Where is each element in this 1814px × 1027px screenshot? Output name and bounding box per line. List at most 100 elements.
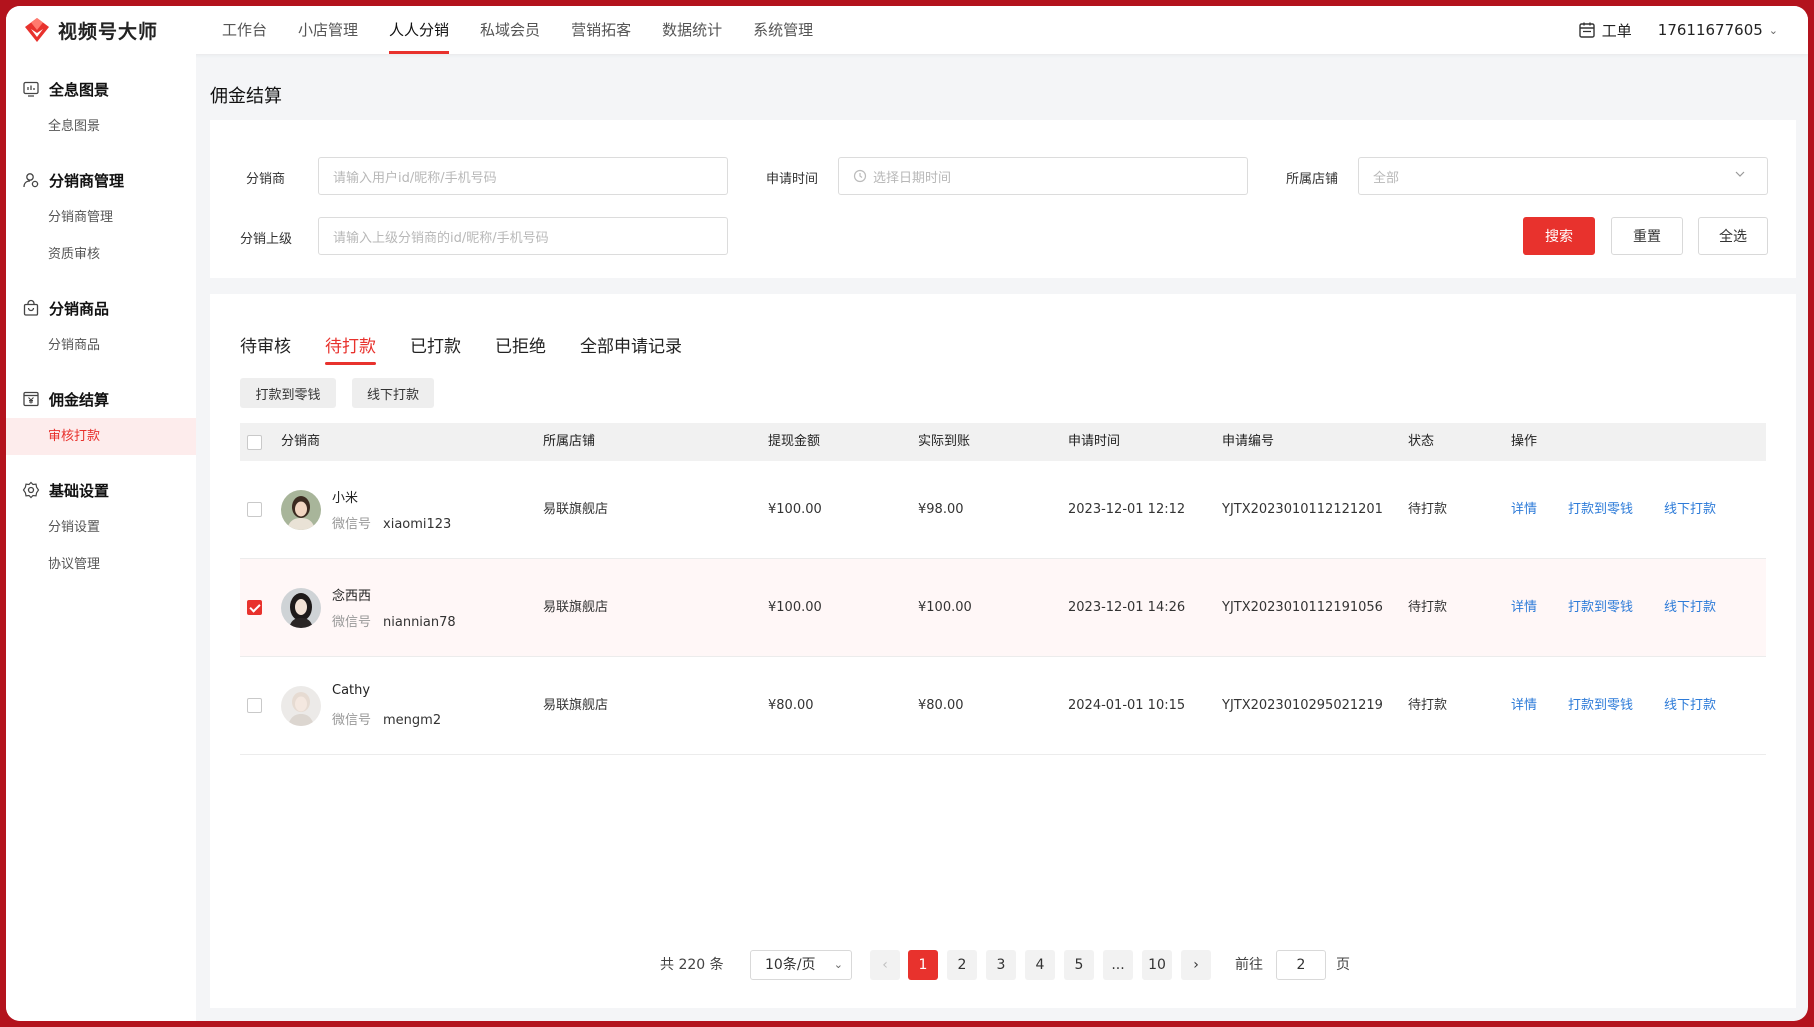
parent-label: 分销上级	[240, 232, 293, 247]
nav-item-system[interactable]: 系统管理	[753, 6, 813, 54]
detail-link[interactable]: 详情	[1511, 657, 1537, 755]
sidebar-item-distribution-settings[interactable]: 分销设置	[6, 509, 196, 546]
distributor-label: 分销商	[246, 172, 286, 187]
tab-rejected[interactable]: 已拒绝	[495, 332, 546, 365]
prev-page-button[interactable]: ‹	[870, 950, 900, 980]
code-cell: YJTX2023010295021219	[1222, 698, 1383, 713]
wechat-info: 微信号 mengm2	[332, 709, 441, 728]
page-ellipsis[interactable]: ...	[1103, 950, 1133, 980]
row-checkbox[interactable]	[247, 502, 262, 517]
column-header: 申请时间	[1068, 434, 1121, 449]
table-row[interactable]: 念西西 微信号 niannian78 易联旗舰店 ¥100.00 ¥100.00 …	[240, 559, 1766, 657]
page-button[interactable]: 3	[986, 950, 1016, 980]
table-row[interactable]: 小米 微信号 xiaomi123 易联旗舰店 ¥100.00 ¥98.00 202…	[240, 461, 1766, 559]
account-phone: 17611677605	[1657, 21, 1763, 39]
gear-icon	[22, 481, 40, 499]
wechat-id: niannian78	[383, 615, 456, 630]
logo[interactable]: 视频号大师	[22, 15, 214, 45]
chevron-down-icon: ⌄	[1768, 23, 1778, 37]
amount-cell: ¥100.00	[768, 600, 822, 615]
received-cell: ¥80.00	[918, 698, 964, 713]
page-button[interactable]: 10	[1142, 950, 1172, 980]
store-cell: 易联旗舰店	[543, 698, 609, 713]
page-unit-label: 页	[1336, 957, 1350, 973]
search-button[interactable]: 搜索	[1523, 217, 1595, 255]
column-header: 申请编号	[1222, 434, 1275, 449]
filter-panel: 分销商 请输入用户id/昵称/手机号码 申请时间 选择日期时间 所属店铺 全部 …	[210, 120, 1796, 278]
pay-to-wallet-link[interactable]: 打款到零钱	[1568, 657, 1633, 755]
sidebar-heading-commission[interactable]: 佣金结算	[6, 380, 196, 418]
column-header: 实际到账	[918, 434, 971, 449]
calendar-icon	[1579, 22, 1595, 38]
store-select[interactable]: 全部	[1358, 157, 1768, 195]
detail-link[interactable]: 详情	[1511, 461, 1537, 559]
time-cell: 2023-12-01 12:12	[1068, 502, 1186, 517]
select-all-button[interactable]: 全选	[1698, 217, 1768, 255]
offline-pay-link[interactable]: 线下打款	[1664, 559, 1716, 657]
next-page-button[interactable]: ›	[1181, 950, 1211, 980]
detail-link[interactable]: 详情	[1511, 559, 1537, 657]
nav-item-store[interactable]: 小店管理	[298, 6, 358, 54]
reset-button[interactable]: 重置	[1611, 217, 1683, 255]
sidebar-heading-label: 佣金结算	[49, 390, 110, 409]
batch-pay-to-wallet-button[interactable]: 打款到零钱	[240, 378, 336, 408]
page-button[interactable]: 1	[908, 950, 938, 980]
pay-to-wallet-link[interactable]: 打款到零钱	[1568, 461, 1633, 559]
sidebar-item-overview[interactable]: 全息图景	[6, 108, 196, 145]
sidebar-group-overview: 全息图景 全息图景	[6, 70, 196, 145]
select-all-checkbox[interactable]	[247, 435, 262, 450]
page-button[interactable]: 2	[947, 950, 977, 980]
wechat-label: 微信号	[332, 517, 372, 532]
pay-to-wallet-link[interactable]: 打款到零钱	[1568, 559, 1633, 657]
tab-paid[interactable]: 已打款	[410, 332, 461, 365]
parent-search-input[interactable]: 请输入上级分销商的id/昵称/手机号码	[318, 217, 728, 255]
distributor-name: 小米	[332, 491, 359, 506]
sidebar-item-distributor-management[interactable]: 分销商管理	[6, 199, 196, 236]
page-size-select[interactable]: 10条/页 ⌄	[750, 950, 852, 980]
nav-item-statistics[interactable]: 数据统计	[662, 6, 722, 54]
status-cell: 待打款	[1408, 698, 1448, 713]
nav-item-marketing[interactable]: 营销拓客	[571, 6, 631, 54]
sidebar-heading-settings[interactable]: 基础设置	[6, 471, 196, 509]
pagination: 共 220 条 10条/页 ⌄ ‹ 1 2 3 4 5 ... 10 › 前往 …	[210, 950, 1796, 980]
page-button[interactable]: 5	[1064, 950, 1094, 980]
chevron-left-icon: ‹	[882, 957, 888, 973]
offline-pay-link[interactable]: 线下打款	[1664, 657, 1716, 755]
sidebar-heading-label: 全息图景	[49, 80, 110, 99]
chevron-right-icon: ›	[1193, 957, 1199, 973]
offline-pay-link[interactable]: 线下打款	[1664, 461, 1716, 559]
row-checkbox[interactable]	[247, 600, 262, 615]
goto-label: 前往	[1235, 957, 1263, 973]
sidebar-heading-label: 分销商品	[49, 299, 110, 318]
avatar	[281, 490, 321, 530]
sidebar-heading-distributors[interactable]: 分销商管理	[6, 161, 196, 199]
distributor-search-input[interactable]: 请输入用户id/昵称/手机号码	[318, 157, 728, 195]
nav-item-distribution[interactable]: 人人分销	[389, 6, 450, 54]
account-menu[interactable]: 17611677605 ⌄	[1658, 21, 1778, 39]
distributor-placeholder: 请输入用户id/昵称/手机号码	[333, 170, 497, 186]
nav-item-workbench[interactable]: 工作台	[222, 6, 267, 54]
column-header: 分销商	[281, 434, 321, 449]
tab-pending-review[interactable]: 待审核	[240, 332, 291, 365]
sidebar-item-products[interactable]: 分销商品	[6, 327, 196, 364]
status-cell: 待打款	[1408, 502, 1448, 517]
sidebar-item-qualification-review[interactable]: 资质审核	[6, 236, 196, 273]
sidebar-heading-overview[interactable]: 全息图景	[6, 70, 196, 108]
clock-icon	[853, 169, 867, 183]
table-row[interactable]: Cathy 微信号 mengm2 易联旗舰店 ¥80.00 ¥80.00 2024…	[240, 657, 1766, 755]
tab-pending-payout[interactable]: 待打款	[325, 332, 376, 365]
sidebar-group-distributors: 分销商管理 分销商管理 资质审核	[6, 161, 196, 273]
sidebar-item-review-payout[interactable]: 审核打款	[6, 418, 196, 455]
received-cell: ¥100.00	[918, 600, 972, 615]
nav-item-members[interactable]: 私域会员	[480, 6, 540, 54]
row-checkbox[interactable]	[247, 698, 262, 713]
batch-offline-pay-button[interactable]: 线下打款	[352, 378, 434, 408]
sidebar-heading-products[interactable]: 分销商品	[6, 289, 196, 327]
goto-page-input[interactable]: 2	[1276, 950, 1326, 980]
apply-time-picker[interactable]: 选择日期时间	[838, 157, 1248, 195]
tab-all-records[interactable]: 全部申请记录	[580, 332, 682, 365]
sidebar-item-agreement-management[interactable]: 协议管理	[6, 546, 196, 583]
amount-cell: ¥100.00	[768, 502, 822, 517]
page-button[interactable]: 4	[1025, 950, 1055, 980]
ticket-button[interactable]: 工单	[1578, 20, 1632, 41]
